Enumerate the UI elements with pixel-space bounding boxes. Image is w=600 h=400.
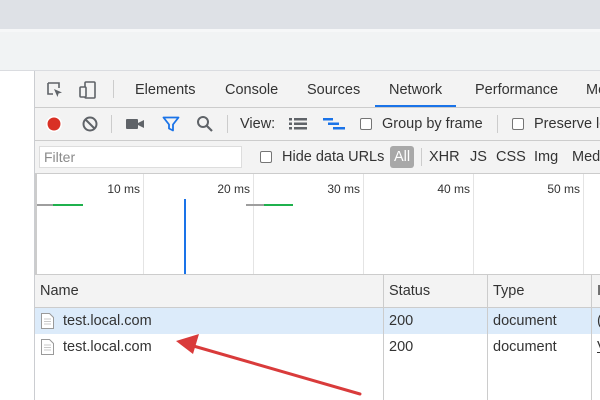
requests-table-header: Name Status Type I [35,275,600,308]
dom-content-loaded-marker [184,199,186,274]
document-file-icon [41,339,54,355]
column-divider[interactable] [487,275,488,400]
browser-address-bar[interactable] [0,32,600,71]
timeline-tick-label: 50 ms [547,182,580,196]
preserve-log-label: Preserve log [534,116,600,132]
group-by-frame-label: Group by frame [382,116,483,132]
request-type: document [493,339,557,355]
request-bar-waiting [246,204,264,206]
request-status: 200 [389,339,414,355]
filter-type-all[interactable]: All [390,146,415,168]
table-row[interactable]: test.local.com 200 document V [35,334,600,360]
timeline-tick-label: 20 ms [217,182,250,196]
group-by-frame-checkbox[interactable] [360,118,372,130]
column-status[interactable]: Status [389,275,430,307]
toolbar-separator [111,115,112,133]
tab-memory[interactable]: Memory [586,71,600,107]
toolbar-separator [497,115,498,133]
column-type[interactable]: Type [493,275,524,307]
tab-performance[interactable]: Performance [475,71,558,107]
device-toolbar-icon[interactable] [77,79,99,101]
request-type: document [493,313,557,329]
search-icon[interactable] [195,115,215,133]
filter-type-xhr[interactable]: XHR [429,141,460,173]
tab-console[interactable]: Console [225,71,278,107]
inspect-element-icon[interactable] [45,80,65,100]
timeline-gridline [363,174,364,274]
devtools-panel: Elements Console Sources Network Perform… [35,71,600,400]
record-icon[interactable] [45,115,63,133]
request-bar-waiting [37,204,53,206]
browser-tab-strip [0,0,600,29]
table-row[interactable]: test.local.com 200 document ( [35,308,600,334]
request-bar-download [53,204,83,206]
tab-sources[interactable]: Sources [307,71,360,107]
request-status: 200 [389,313,414,329]
network-toolbar: View: Group by frame Preserve log [35,108,600,141]
column-name[interactable]: Name [40,275,79,307]
timeline-tick-label: 10 ms [107,182,140,196]
screenshot-capture-icon[interactable] [125,115,145,133]
devtools-tabbar: Elements Console Sources Network Perform… [35,71,600,108]
timeline-overview[interactable]: 10 ms 20 ms 30 ms 40 ms 50 ms [35,174,600,275]
document-file-icon [41,313,54,329]
tab-elements[interactable]: Elements [135,71,195,107]
filter-type-js[interactable]: JS [470,141,487,173]
filter-input[interactable] [39,146,242,168]
filter-separator [421,148,422,166]
toolbar-separator [227,115,228,133]
filter-icon[interactable] [161,115,181,133]
timeline-tick-label: 40 ms [437,182,470,196]
column-divider[interactable] [591,275,592,400]
tabbar-separator [113,80,114,98]
timeline-gridline [143,174,144,274]
filter-type-css[interactable]: CSS [496,141,526,173]
filter-bar: Hide data URLs All XHR JS CSS Img Media [35,141,600,174]
timeline-gridline [473,174,474,274]
timeline-gridline [583,174,584,274]
request-bar-download [264,204,293,206]
timeline-tick-label: 30 ms [327,182,360,196]
clear-icon[interactable] [81,115,99,133]
waterfall-overview-icon[interactable] [323,115,345,133]
request-name: test.local.com [63,313,152,329]
timeline-start [35,174,37,274]
request-name: test.local.com [63,339,152,355]
filter-type-img[interactable]: Img [534,141,558,173]
preserve-log-checkbox[interactable] [512,118,524,130]
column-divider[interactable] [383,275,384,400]
hide-data-urls-label: Hide data URLs [282,149,385,165]
view-label: View: [240,116,276,132]
large-rows-icon[interactable] [288,115,308,133]
hide-data-urls-checkbox[interactable] [260,151,272,163]
tab-network[interactable]: Network [374,71,457,107]
timeline-gridline [253,174,254,274]
filter-type-media[interactable]: Media [572,141,600,173]
page-viewport [0,71,35,400]
